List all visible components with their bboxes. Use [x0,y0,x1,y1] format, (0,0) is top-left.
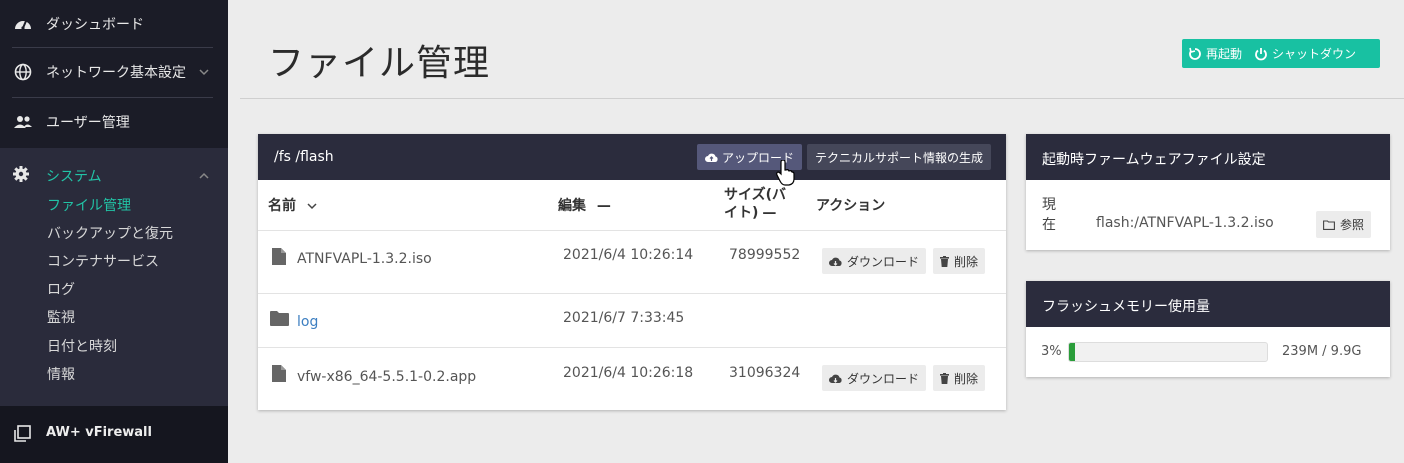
nav-users-label: ユーザー管理 [46,115,130,131]
users-icon [12,111,34,133]
nav-dashboard-label: ダッシュボード [46,17,144,33]
flash-usage-percent: 3% [1041,344,1062,359]
folder-name-link[interactable]: log [297,314,318,330]
cloud-upload-icon [705,153,718,162]
restart-button[interactable]: 再起動 [1182,39,1248,68]
restart-icon [1189,47,1201,60]
delete-label: 削除 [954,371,979,386]
subnav-info[interactable]: 情報 [47,364,75,384]
boot-firmware-header: 起動時ファームウェアファイル設定 [1026,134,1390,180]
file-name[interactable]: ATNFVAPL-1.3.2.iso [297,251,432,267]
dashboard-gauge-icon [12,13,34,35]
column-size-label-2: イト) [724,205,759,221]
sort-neutral-icon: — [596,198,611,214]
brand-footer: AW+ vFirewall [0,406,228,463]
power-button-group: 再起動 シャットダウン [1182,39,1380,68]
current-label: 現 在 [1042,195,1056,235]
column-size-label-1: サイズ(バ [724,187,786,203]
delete-label: 削除 [954,254,979,269]
trash-icon [940,372,949,384]
boot-firmware-value: flash:/ATNFVAPL-1.3.2.iso [1096,215,1274,231]
nav-system-label: システム [46,169,102,185]
boot-firmware-card: 起動時ファームウェアファイル設定 現 在 flash:/ATNFVAPL-1.3… [1026,134,1390,250]
nav-network[interactable]: ネットワーク基本設定 [0,48,228,96]
file-size: 78999552 [729,247,801,263]
current-label-1: 現 [1042,197,1056,213]
cloud-download-icon [829,374,842,383]
techsupport-button[interactable]: テクニカルサポート情報の生成 [807,144,992,170]
current-label-2: 在 [1042,217,1056,233]
flash-usage-title: フラッシュメモリー使用量 [1042,299,1210,315]
row-divider [258,293,1006,294]
subnav-container-service[interactable]: コンテナサービス [47,251,159,271]
flash-usage-card: フラッシュメモリー使用量 3% 239M / 9.9G [1026,281,1390,377]
column-edit[interactable]: 編集 — [558,195,611,215]
subnav-log[interactable]: ログ [47,279,75,299]
folder-icon [270,311,289,326]
chevron-up-icon [199,172,209,179]
cloud-download-icon [829,257,842,266]
gear-icon [12,165,30,187]
nav-system[interactable]: システム [0,148,228,200]
flash-usage-amount: 239M / 9.9G [1282,344,1362,359]
sort-neutral-icon: — [762,205,777,221]
column-action: アクション [816,198,886,214]
subnav-monitoring[interactable]: 監視 [47,307,75,327]
flash-usage-header: フラッシュメモリー使用量 [1026,281,1390,327]
browse-label: 参照 [1340,218,1365,232]
file-date: 2021/6/7 7:33:45 [563,310,685,326]
techsupport-label: テクニカルサポート情報の生成 [815,150,984,165]
column-name-label: 名前 [268,198,296,214]
nav-system-group: システム ファイル管理 バックアップと復元 コンテナサービス ログ 監視 日付と… [0,148,228,406]
restart-label: 再起動 [1206,47,1243,61]
sidebar: ダッシュボード ネットワーク基本設定 ユーザー管理 システム ファイル管理 バッ… [0,0,228,463]
shutdown-label: シャットダウン [1272,47,1357,61]
hand-pointer-cursor-icon [776,160,795,186]
header-divider [240,98,1404,99]
row-divider [258,230,1006,231]
file-list-header: /fs /flash アップロード テクニカルサポート情報の生成 [258,134,1006,180]
folder-outline-icon [1323,219,1335,230]
column-edit-label: 編集 [558,198,586,214]
shutdown-button[interactable]: シャットダウン [1248,39,1362,68]
subnav-date-time[interactable]: 日付と時刻 [47,336,117,356]
file-list-card: /fs /flash アップロード テクニカルサポート情報の生成 名前 編集 —… [258,134,1006,410]
globe-icon [12,61,34,83]
nav-network-label: ネットワーク基本設定 [46,65,186,81]
windows-stack-icon [12,424,32,448]
current-path: /fs /flash [274,149,334,165]
brand-name: AW+ vFirewall [46,425,152,440]
file-date: 2021/6/4 10:26:14 [563,247,694,263]
power-icon [1255,47,1267,60]
nav-dashboard[interactable]: ダッシュボード [0,0,228,48]
download-label: ダウンロード [847,371,920,386]
flash-usage-progress [1068,342,1268,362]
nav-users[interactable]: ユーザー管理 [0,98,228,146]
boot-firmware-title: 起動時ファームウェアファイル設定 [1042,152,1266,168]
download-label: ダウンロード [847,254,920,269]
column-name[interactable]: 名前 [268,195,317,215]
file-icon [272,365,286,382]
subnav-file-management[interactable]: ファイル管理 [47,195,131,215]
trash-icon [940,255,949,267]
download-button[interactable]: ダウンロード [822,365,927,391]
delete-button[interactable]: 削除 [933,248,986,274]
file-icon [272,248,286,265]
file-name[interactable]: vfw-x86_64-5.5.1-0.2.app [297,369,476,385]
flash-usage-progress-fill [1069,343,1075,361]
file-size: 31096324 [729,365,801,381]
browse-button[interactable]: 参照 [1316,211,1372,238]
page-title: ファイル管理 [268,43,491,84]
delete-button[interactable]: 削除 [933,365,986,391]
file-date: 2021/6/4 10:26:18 [563,365,694,381]
chevron-down-icon [307,203,317,210]
column-size[interactable]: サイズ(バ イト) — [724,186,786,222]
chevron-down-icon [199,69,209,76]
row-divider [258,347,1006,348]
subnav-backup-restore[interactable]: バックアップと復元 [47,223,173,243]
download-button[interactable]: ダウンロード [822,248,927,274]
